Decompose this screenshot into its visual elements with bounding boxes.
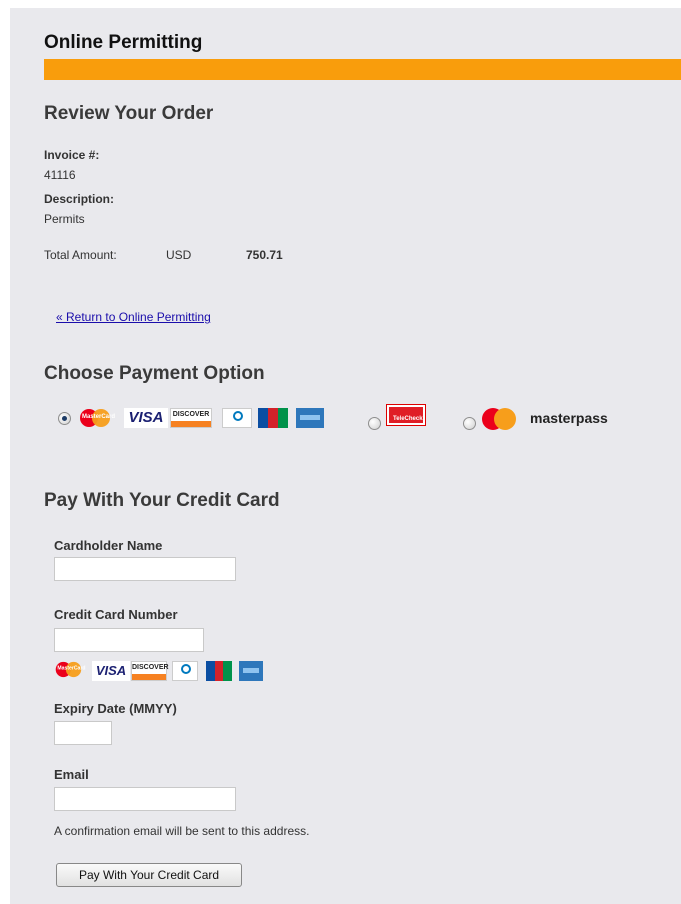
description-value: Permits xyxy=(44,212,85,226)
invoice-value: 41116 xyxy=(44,168,76,182)
jcb-icon xyxy=(206,661,233,681)
cardholder-name-field[interactable] xyxy=(54,557,236,581)
page-title: Online Permitting xyxy=(44,32,203,53)
expiry-date-label: Expiry Date (MMYY) xyxy=(54,701,177,716)
discover-icon: DISCOVER xyxy=(170,408,212,428)
mastercard-icon: MasterCard xyxy=(54,661,86,678)
email-label: Email xyxy=(54,767,89,782)
masterpass-label: masterpass xyxy=(530,410,608,426)
header-accent-bar xyxy=(44,59,681,80)
email-note: A confirmation email will be sent to thi… xyxy=(54,824,310,838)
diners-club-icon xyxy=(172,661,198,681)
description-label: Description: xyxy=(44,192,115,206)
diners-club-icon xyxy=(222,408,252,428)
card-number-field[interactable] xyxy=(54,628,204,652)
invoice-label: Invoice #: xyxy=(44,148,100,162)
telecheck-icon: TeleCheck xyxy=(386,404,426,426)
credit-card-heading: Pay With Your Credit Card xyxy=(44,490,280,511)
payment-option-heading: Choose Payment Option xyxy=(44,363,265,384)
cardholder-name-label: Cardholder Name xyxy=(54,538,163,553)
payment-option-credit-card-radio[interactable] xyxy=(58,412,71,425)
visa-icon: VISA xyxy=(92,661,130,681)
payment-option-masterpass-radio[interactable] xyxy=(463,417,476,430)
pay-with-credit-card-button[interactable]: Pay With Your Credit Card xyxy=(56,863,242,887)
discover-icon: DISCOVER xyxy=(131,661,169,681)
mastercard-icon: MasterCard xyxy=(78,408,116,428)
expiry-date-field[interactable] xyxy=(54,721,112,745)
total-currency: USD xyxy=(166,248,192,262)
amex-icon xyxy=(296,408,324,428)
card-number-label: Credit Card Number xyxy=(54,607,178,622)
total-amount-label: Total Amount: xyxy=(44,248,117,262)
jcb-icon xyxy=(258,408,288,428)
total-amount-value: 750.71 xyxy=(246,248,283,262)
payment-option-telecheck-radio[interactable] xyxy=(368,417,381,430)
content-panel xyxy=(10,8,681,904)
email-field[interactable] xyxy=(54,787,236,811)
amex-icon xyxy=(239,661,263,681)
return-to-permitting-link[interactable]: « Return to Online Permitting xyxy=(56,310,211,324)
visa-icon: VISA xyxy=(124,408,168,428)
review-order-heading: Review Your Order xyxy=(44,103,214,124)
